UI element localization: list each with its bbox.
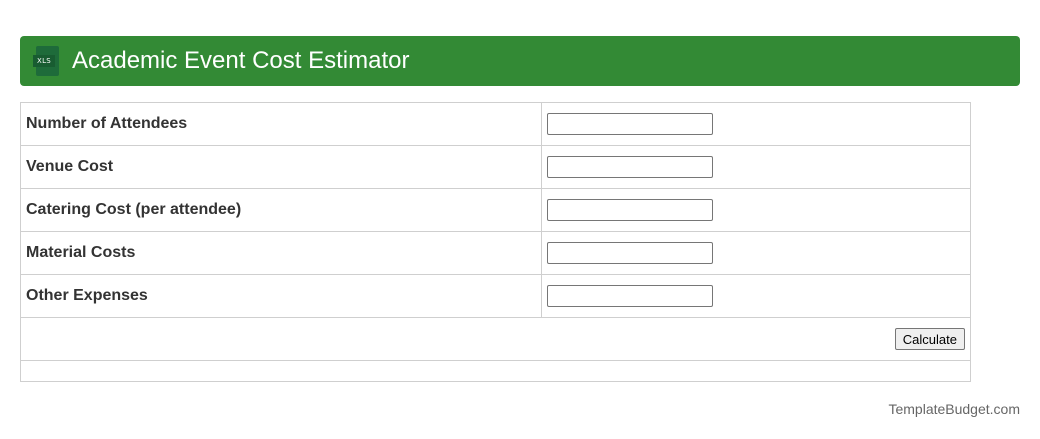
material-costs-input[interactable] [547, 242, 713, 264]
field-label-material-costs: Material Costs [20, 231, 542, 275]
estimator-form-table: Number of Attendees Venue Cost Catering … [20, 102, 971, 382]
xls-icon-label: XLS [33, 55, 55, 67]
form-row-actions: Calculate [20, 317, 971, 361]
attendees-input[interactable] [547, 113, 713, 135]
form-row-venue-cost: Venue Cost [20, 145, 971, 189]
field-label-catering-cost: Catering Cost (per attendee) [20, 188, 542, 232]
form-row-catering-cost: Catering Cost (per attendee) [20, 188, 971, 232]
xls-file-icon: XLS [33, 46, 59, 76]
calculate-button[interactable]: Calculate [894, 328, 965, 350]
form-row-attendees: Number of Attendees [20, 102, 971, 146]
field-label-other-expenses: Other Expenses [20, 274, 542, 318]
form-row-material-costs: Material Costs [20, 231, 971, 275]
catering-cost-input[interactable] [547, 199, 713, 221]
venue-cost-input[interactable] [547, 156, 713, 178]
field-label-venue-cost: Venue Cost [20, 145, 542, 189]
field-label-attendees: Number of Attendees [20, 102, 542, 146]
result-output [20, 360, 971, 382]
form-row-result [20, 360, 971, 382]
footer-brand: TemplateBudget.com [888, 401, 1020, 417]
page-title: Academic Event Cost Estimator [72, 47, 410, 74]
header-bar: XLS Academic Event Cost Estimator [20, 36, 1020, 86]
other-expenses-input[interactable] [547, 285, 713, 307]
form-row-other-expenses: Other Expenses [20, 274, 971, 318]
